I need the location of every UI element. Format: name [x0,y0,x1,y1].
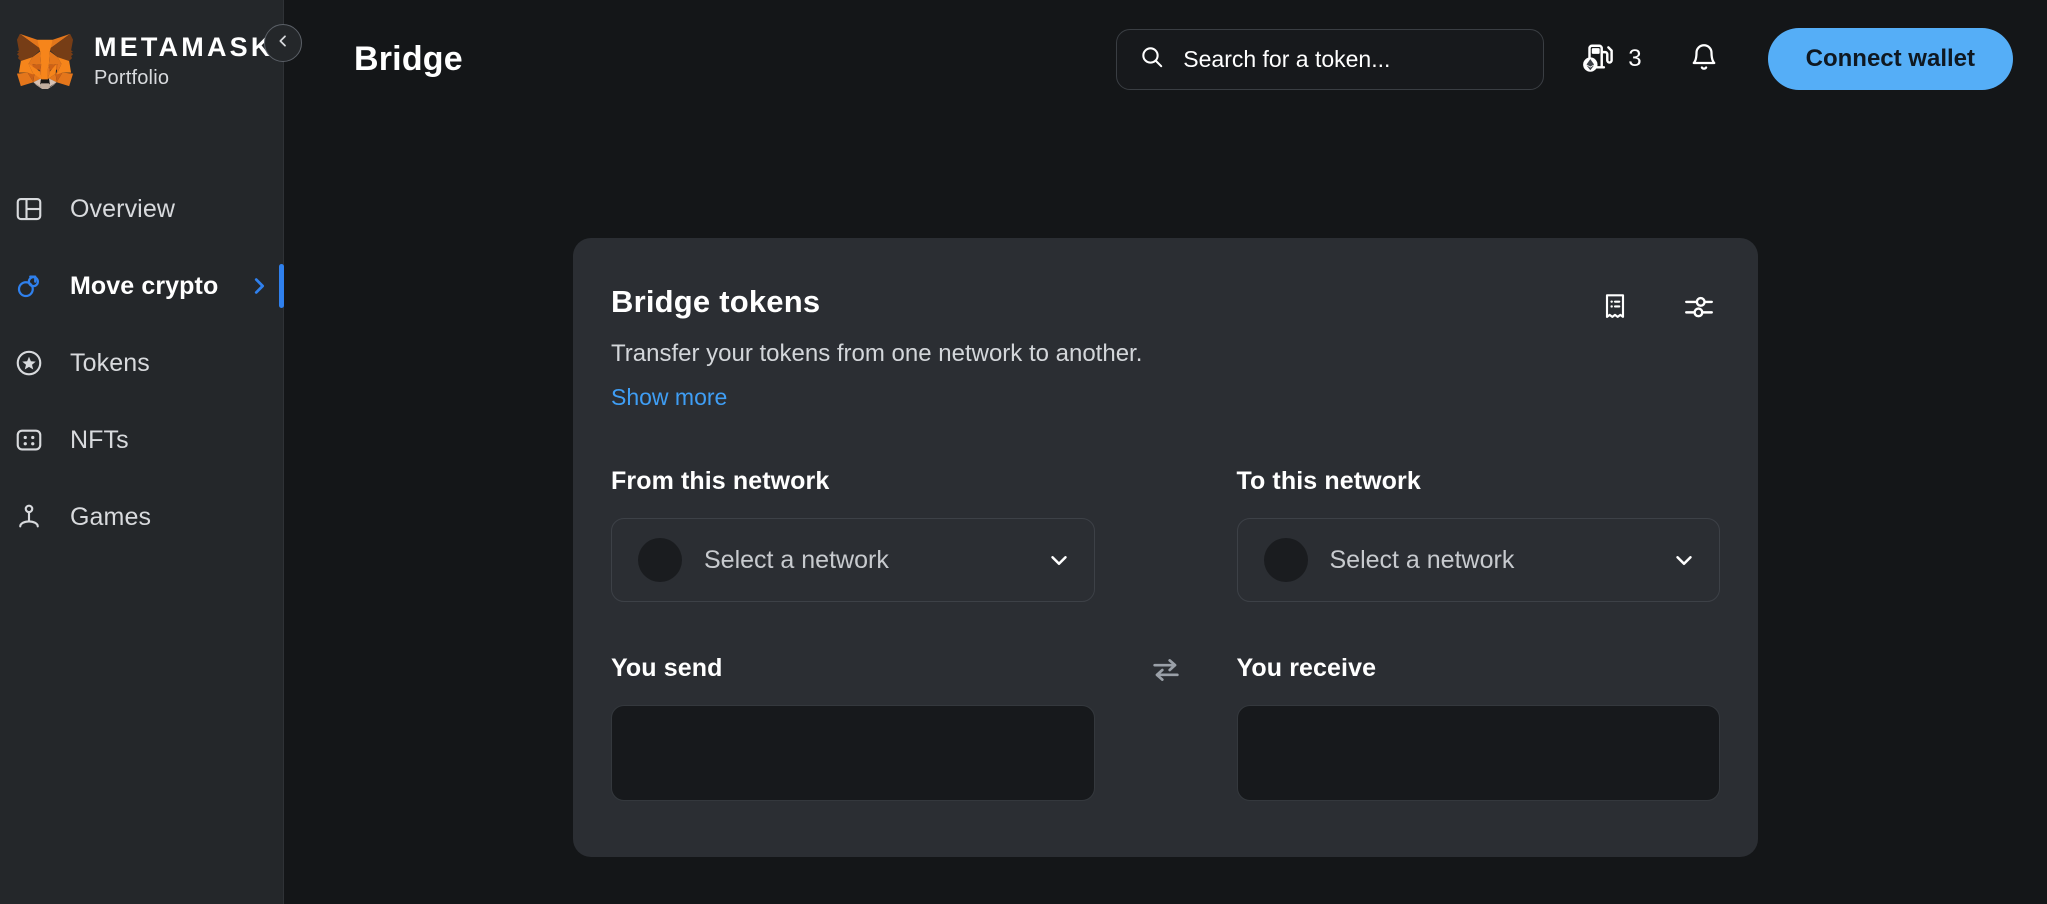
network-avatar-placeholder [1263,538,1308,582]
sidebar-item-label: Tokens [70,348,150,377]
settings-button[interactable] [1678,288,1720,330]
transaction-receipt-icon [1599,291,1631,328]
sidebar-item-move-crypto[interactable]: Move crypto [0,255,284,317]
brand-subtitle: Portfolio [94,67,170,89]
search-icon [1139,44,1165,75]
chevron-down-icon [1046,547,1072,573]
sidebar-item-label: Move crypto [70,271,219,300]
to-network-placeholder: Select a network [1329,545,1515,574]
topbar: Bridge Search for a token... 3 Connect w… [284,0,2047,118]
brand-title: METAMASK [94,32,274,62]
you-receive-group: You receive [1236,654,1720,801]
from-network-placeholder: Select a network [704,545,889,574]
layout-panel-icon [12,192,46,226]
gas-indicator[interactable]: 3 [1580,38,1642,81]
topbar-actions: 3 Connect wallet [1116,28,2013,90]
you-receive-label: You receive [1236,654,1377,682]
sidebar-item-overview[interactable]: Overview [0,178,283,240]
brand[interactable]: METAMASK Portfolio [0,0,283,90]
move-crypto-icon [12,269,46,303]
sidebar-item-label: Overview [70,194,175,223]
chevron-down-icon [1671,547,1697,573]
joystick-icon [12,500,46,534]
activity-button[interactable] [1594,288,1636,330]
bridge-card-subtitle: Transfer your tokens from one network to… [611,340,1143,367]
bridge-card: Bridge tokens Transfer your tokens from … [573,238,1758,857]
bell-icon [1689,42,1719,77]
show-more-link[interactable]: Show more [611,384,727,411]
to-network-label: To this network [1236,467,1421,495]
swap-arrows-icon [1149,653,1183,692]
to-network-group: To this network Select a network [1236,467,1720,602]
chevron-right-icon [248,275,270,297]
page-title: Bridge [354,39,463,78]
gas-count: 3 [1628,45,1642,72]
sidebar-collapse-button[interactable] [264,24,302,62]
notifications-button[interactable] [1682,37,1726,81]
gas-pump-icon [1580,38,1618,81]
bridge-card-header: Bridge tokens Transfer your tokens from … [611,284,1720,411]
sidebar-item-tokens[interactable]: Tokens [0,332,283,394]
sidebar: METAMASK Portfolio Overview Move crypto … [0,0,302,904]
you-send-group: You send [611,654,1095,801]
star-circle-icon [12,346,46,380]
you-send-input[interactable] [611,705,1095,801]
sidebar-item-nfts[interactable]: NFTs [0,409,283,471]
settings-sliders-icon [1682,290,1716,329]
you-send-label: You send [611,654,723,682]
metamask-fox-logo [14,32,76,90]
nft-grid-icon [12,423,46,457]
search-box[interactable] [1116,28,1545,90]
chevron-left-icon [275,33,291,54]
bridge-card-heading-group: Bridge tokens Transfer your tokens from … [611,284,1142,411]
to-network-select[interactable]: Select a network [1236,518,1720,602]
amounts-row: You send You receive [611,654,1720,801]
bridge-card-wrapper: Bridge tokens Transfer your tokens from … [284,118,2047,857]
sidebar-item-games[interactable]: Games [0,486,283,548]
main-content: Bridge Search for a token... 3 Connect w… [284,0,2047,904]
sidebar-nav: Overview Move crypto Tokens NFTs Games [0,178,284,548]
network-avatar-placeholder [638,538,682,582]
bridge-card-actions [1594,284,1720,330]
bridge-card-title: Bridge tokens [611,284,821,319]
sidebar-item-label: Games [70,502,152,531]
from-network-group: From this network Select a network [611,467,1095,602]
you-receive-input[interactable] [1236,705,1720,801]
network-selectors-row: From this network Select a network To th… [611,467,1720,602]
from-network-select[interactable]: Select a network [611,518,1095,602]
sidebar-item-label: NFTs [70,425,129,454]
app-root: METAMASK Portfolio Overview Move crypto … [0,0,2047,904]
from-network-label: From this network [611,467,830,495]
search-input[interactable] [1183,45,1522,73]
connect-wallet-button[interactable]: Connect wallet [1767,28,2013,90]
swap-direction-button[interactable] [1140,646,1192,698]
